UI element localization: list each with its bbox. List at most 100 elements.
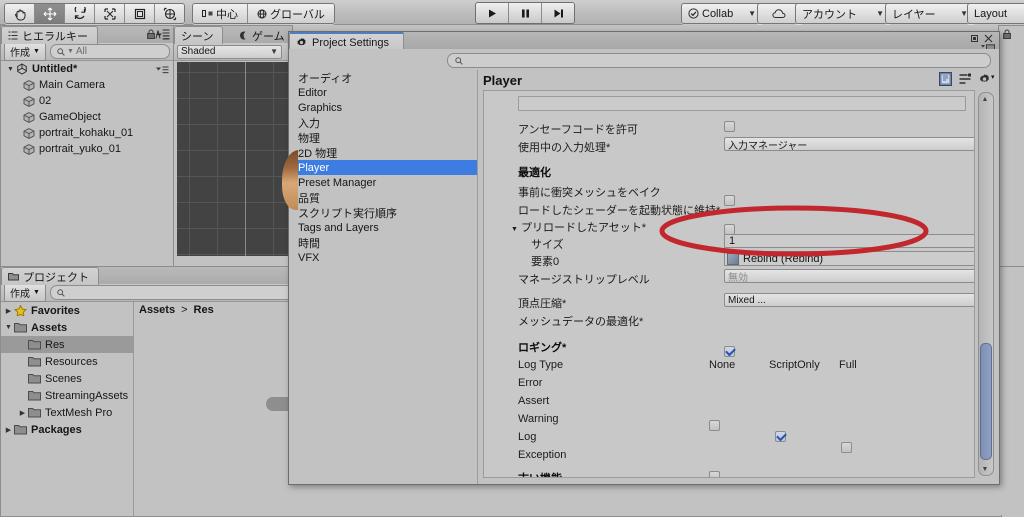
log-checkbox-error-scriptonly[interactable] [775,431,786,442]
active-input-dropdown[interactable]: 入力マネージャー ⇕ [724,137,974,152]
project-tree-item[interactable]: Res [1,336,133,353]
layout-button[interactable]: Layout ▼ [967,3,1024,24]
tab-scene[interactable]: シーン [174,26,224,44]
log-checkbox-assert-none[interactable] [709,471,720,477]
scene-menu-icon[interactable] [156,65,169,77]
scale-tool-button[interactable] [95,4,125,23]
hierarchy-search-input[interactable]: ▼ All [49,44,170,59]
rect-tool-button[interactable] [125,4,155,23]
settings-category-vfx[interactable]: VFX [289,250,477,265]
settings-category-品質[interactable]: 品質 [289,190,477,205]
settings-category-graphics[interactable]: Graphics [289,100,477,115]
project-tree-item[interactable]: ▼ Assets [1,319,133,336]
settings-category-時間[interactable]: 時間 [289,235,477,250]
transform-tool-button[interactable] [155,4,184,23]
settings-category-label: 物理 [298,132,320,145]
prebake-collision-checkbox[interactable] [724,195,735,206]
settings-category-スクリプト実行順序[interactable]: スクリプト実行順序 [289,205,477,220]
breadcrumb-item-res[interactable]: Res [194,304,214,316]
play-button[interactable] [476,3,509,23]
person-list-icon[interactable] [155,28,170,44]
pivot-icon [202,10,213,17]
preloaded-assets-foldout[interactable]: ▼ プリロードしたアセット* [511,219,646,235]
playback-controls [475,2,575,24]
scrollbar-thumb[interactable] [980,343,992,460]
project-tree-label: StreamingAssets [45,389,129,402]
hierarchy-item[interactable]: Main Camera [1,77,173,93]
settings-category-tags-and-layers[interactable]: Tags and Layers [289,220,477,235]
lock-icon[interactable] [147,29,155,42]
settings-category-2d-物理[interactable]: 2D 物理 [289,145,477,160]
log-column-scriptonly: ScriptOnly [769,359,820,371]
project-tree-item[interactable]: StreamingAssets [1,387,133,404]
maximize-icon[interactable] [970,34,979,45]
settings-category-入力[interactable]: 入力 [289,115,477,130]
settings-category-label: 入力 [298,117,320,130]
project-tree-item[interactable]: Resources [1,353,133,370]
size-label: サイズ [531,239,564,251]
settings-category-editor[interactable]: Editor [289,85,477,100]
account-button[interactable]: アカウント ▼ [795,3,891,24]
chevron-right-icon[interactable]: ▶ [17,409,28,417]
project-tree-item[interactable]: ▶ Packages [1,421,133,438]
size-input[interactable]: 1 [724,234,974,248]
hierarchy-scene-row[interactable]: ▼ Untitled* [1,61,173,77]
unity-scene-icon [17,63,27,75]
scroll-up-arrow-icon[interactable]: ▲ [979,93,991,105]
lock-icon[interactable] [1003,29,1011,42]
project-tree-item[interactable]: ▶ TextMesh Pro [1,404,133,421]
scene-viewport[interactable] [177,62,289,256]
tab-hierarchy[interactable]: ヒエラルキー [1,26,98,44]
pivot-mode-button[interactable]: 中心 [193,4,248,23]
project-settings-search-input[interactable] [447,53,991,68]
shading-mode-dropdown[interactable]: Shaded ▼ [177,44,282,59]
scroll-down-arrow-icon[interactable]: ▼ [979,463,991,475]
tab-game[interactable]: ゲーム [232,26,295,44]
folder-icon [28,357,41,367]
collab-label: Collab [702,7,734,20]
settings-category-物理[interactable]: 物理 [289,130,477,145]
scene-character-sprite [282,150,298,210]
pivot-mode-label: 中心 [216,8,238,21]
project-tree-item[interactable]: ▶ Favorites [1,302,133,319]
hierarchy-item-label: Main Camera [39,79,106,91]
log-checkbox-error-none[interactable] [709,420,720,431]
layers-button[interactable]: レイヤー ▼ [885,3,975,24]
chevron-right-icon[interactable]: ▶ [3,426,14,434]
hierarchy-item[interactable]: 02 [1,93,173,109]
element0-object-field[interactable]: Rebind (Rebind) [724,251,974,266]
settings-category-label: Preset Manager [298,176,377,189]
vertex-compression-dropdown[interactable]: Mixed ... ⇕ [724,293,974,307]
chevron-right-icon[interactable]: ▶ [3,307,14,315]
chevron-down-icon[interactable]: ▼ [5,66,16,73]
optimize-mesh-checkbox[interactable] [724,346,735,357]
project-tree-item[interactable]: Scenes [1,370,133,387]
settings-category-preset-manager[interactable]: Preset Manager [289,175,477,190]
breadcrumb-item-assets[interactable]: Assets [139,304,175,316]
pause-button[interactable] [509,3,542,23]
settings-category-player[interactable]: Player [289,160,477,175]
space-mode-button[interactable]: グローバル [248,4,334,23]
log-checkbox-error-full[interactable] [841,442,852,453]
managed-strip-dropdown[interactable]: 無効 ⇕ [724,269,974,284]
unsafe-code-checkbox[interactable] [724,121,735,132]
hierarchy-item[interactable]: portrait_yuko_01 [1,141,173,157]
preset-icon[interactable] [939,72,952,89]
collab-button[interactable]: Collab ▼ [681,3,763,24]
hierarchy-item[interactable]: portrait_kohaku_01 [1,125,173,141]
tab-project[interactable]: プロジェクト [1,267,99,285]
pause-icon [521,9,529,17]
move-tool-button[interactable] [35,4,65,23]
settings-category-オーディオ[interactable]: オーディオ [289,70,477,85]
hierarchy-item[interactable]: GameObject [1,109,173,125]
layout-icon[interactable] [959,73,972,88]
settings-scrollbar[interactable]: ▲ ▼ [978,92,994,476]
project-create-button[interactable]: 作成 ▼ [4,283,46,302]
hand-tool-button[interactable] [5,4,35,23]
gear-icon[interactable]: ▾ [978,73,995,89]
create-button[interactable]: 作成 ▼ [4,42,46,61]
chevron-down-icon[interactable]: ▼ [3,324,14,331]
step-button[interactable] [542,3,574,23]
rotate-tool-button[interactable] [65,4,95,23]
gameobject-cube-icon [23,143,35,155]
